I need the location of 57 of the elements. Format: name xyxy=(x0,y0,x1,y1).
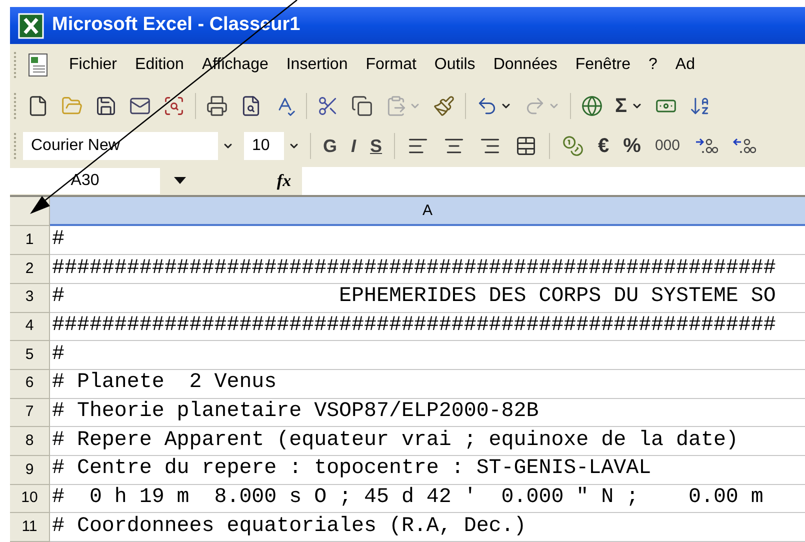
spreadsheet-logo-icon xyxy=(18,12,44,39)
menu-item[interactable]: Fenêtre xyxy=(575,52,630,77)
column-header[interactable]: A xyxy=(50,197,805,226)
folder-icon xyxy=(61,94,83,117)
row-header[interactable]: 11 xyxy=(10,513,50,542)
scissors-icon xyxy=(317,94,339,117)
row-header[interactable]: 3 xyxy=(10,284,50,312)
row-header[interactable]: 8 xyxy=(10,427,50,456)
cell-text: # EPHEMERIDES DES CORPS DU SYSTEME SO xyxy=(52,287,776,308)
toolbar-button[interactable]: Σ xyxy=(609,90,650,121)
print-preview-icon xyxy=(240,94,262,117)
menu-item[interactable]: Données xyxy=(493,52,558,77)
toolbar-button[interactable]: 000 xyxy=(648,131,686,162)
globe-icon xyxy=(581,94,603,117)
page-icon xyxy=(27,94,49,117)
cell-text: # xyxy=(52,230,64,251)
name-box[interactable]: A30 xyxy=(10,168,200,194)
magnifier-icon xyxy=(163,94,185,117)
cell-text: ########################################################## xyxy=(52,316,776,337)
merge-cells-icon xyxy=(515,135,538,158)
clipboard-icon xyxy=(385,94,407,117)
menu-item[interactable]: Insertion xyxy=(286,52,348,77)
toolbar-button[interactable]: € xyxy=(592,131,616,162)
menu-item[interactable]: ? xyxy=(648,52,658,77)
cell-text: # Coordonnees equatoriales (R.A, Dec.) xyxy=(52,516,526,538)
cell-text: # xyxy=(52,344,64,366)
copy-icon xyxy=(351,94,373,117)
menu-item[interactable]: Format xyxy=(366,52,416,77)
toolbar-button[interactable]: I xyxy=(345,131,362,162)
row-header[interactable]: 6 xyxy=(10,370,50,399)
coins-icon xyxy=(562,135,584,158)
menu-item[interactable]: Ad xyxy=(675,52,695,77)
cell-text: ########################################################## xyxy=(52,258,776,280)
cell-text: # Theorie planetaire VSOP87/ELP2000-82B xyxy=(52,402,539,423)
row-header[interactable]: 5 xyxy=(10,341,50,370)
printer-icon xyxy=(206,94,228,117)
menu-item[interactable]: Fichier xyxy=(69,52,118,77)
cell-text: # Repere Apparent (equateur vrai ; equinoxe de la date) xyxy=(52,430,738,452)
caret-icon xyxy=(174,176,186,185)
menu-item[interactable]: Outils xyxy=(434,52,476,77)
row-header[interactable]: 2 xyxy=(10,255,50,284)
font-size-field[interactable]: 10 xyxy=(244,132,304,160)
menu-item[interactable]: Edition xyxy=(135,52,184,77)
cell-text: # Planete 2 Venus xyxy=(52,373,277,394)
paintbrush-icon xyxy=(433,94,455,117)
row-header[interactable]: 7 xyxy=(10,398,50,428)
row-header[interactable]: 4 xyxy=(10,312,50,342)
cell-text: # Centre du repere : topocentre : ST-GENIS-LAVAL xyxy=(52,459,652,480)
row-header[interactable]: 10 xyxy=(10,484,50,514)
formula-field[interactable] xyxy=(302,166,805,195)
toolbar-button[interactable]: G xyxy=(317,131,344,162)
row-header[interactable]: 1 xyxy=(10,226,50,256)
cell-text: # 0 h 19 m 8.000 s O ; 45 d 42 ' 0.000 " N ; 0.00 m xyxy=(52,488,764,509)
toolbar-button[interactable]: % xyxy=(617,131,647,162)
toolbar-button[interactable]: S xyxy=(364,131,388,162)
row-header[interactable]: 9 xyxy=(10,456,50,485)
insert-function-button[interactable]: fx xyxy=(270,168,298,194)
